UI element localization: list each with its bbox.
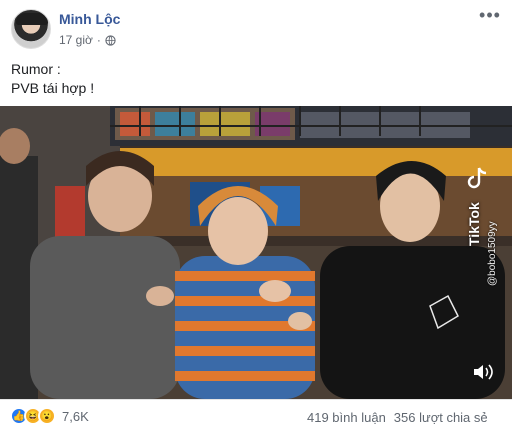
video-frame: [0, 106, 512, 399]
author-avatar[interactable]: [11, 9, 51, 49]
post-time[interactable]: 17 giờ: [59, 33, 93, 47]
engagement-stats: 419 bình luận 356 lượt chia sẻ: [307, 410, 512, 425]
video-player[interactable]: TikTok @bobo1509yy: [0, 106, 512, 399]
more-options-icon[interactable]: •••: [478, 6, 502, 28]
post-meta: 17 giờ ·: [59, 33, 116, 47]
post-text-line-2: PVB tái hợp !: [11, 80, 95, 96]
volume-icon[interactable]: [472, 362, 494, 382]
post-text-line-1: Rumor :: [11, 61, 61, 77]
tiktok-username: @bobo1509yy: [487, 221, 498, 286]
tiktok-watermark: TikTok: [466, 202, 482, 246]
post-footer: 👍 😆 😮 7,6K 419 bình luận 356 lượt chia s…: [0, 399, 512, 439]
globe-icon[interactable]: [105, 34, 116, 46]
wow-icon: 😮: [38, 407, 56, 425]
post-text: Rumor : PVB tái hợp !: [11, 60, 94, 98]
reactions-summary[interactable]: 👍 😆 😮 7,6K: [10, 407, 89, 425]
meta-separator: ·: [96, 33, 101, 47]
comment-count[interactable]: 419 bình luận: [307, 410, 386, 425]
post-header: Minh Lộc 17 giờ · •••: [0, 0, 512, 56]
share-count[interactable]: 356 lượt chia sẻ: [394, 410, 488, 425]
author-name[interactable]: Minh Lộc: [59, 11, 120, 27]
reaction-count[interactable]: 7,6K: [62, 409, 89, 424]
